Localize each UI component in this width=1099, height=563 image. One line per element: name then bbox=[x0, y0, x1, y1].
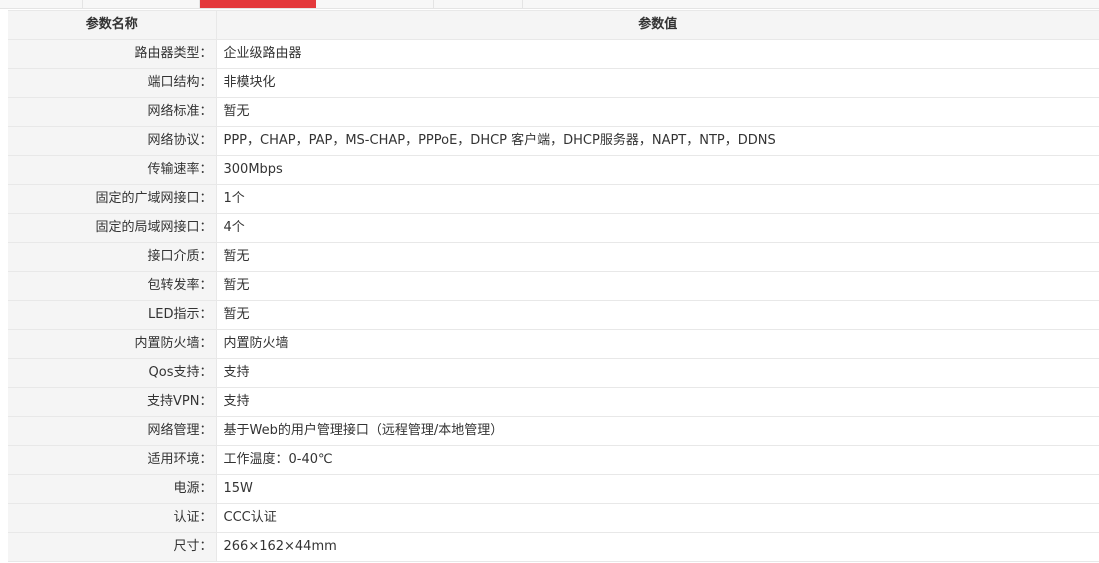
table-row: 认证： CCC认证 bbox=[8, 503, 1099, 533]
param-name: 包转发率： bbox=[8, 271, 217, 301]
table-row: LED指示： 暂无 bbox=[8, 300, 1099, 330]
table-row: 接口介质： 暂无 bbox=[8, 242, 1099, 272]
spec-table-header: 参数名称 参数值 bbox=[8, 10, 1099, 40]
param-value: PPP，CHAP，PAP，MS-CHAP，PPPoE，DHCP 客户端，DHCP… bbox=[216, 126, 1099, 156]
tab-specs-active[interactable] bbox=[200, 0, 316, 8]
table-row: Qos支持： 支持 bbox=[8, 358, 1099, 388]
param-name: 网络标准： bbox=[8, 97, 217, 127]
spec-table: 参数名称 参数值 路由器类型： 企业级路由器 端口结构： 非模块化 网络标准： 暂无 网络协… bbox=[8, 10, 1099, 562]
param-name: 传输速率： bbox=[8, 155, 217, 185]
param-value: 1个 bbox=[216, 184, 1099, 214]
table-row: 电源： 15W bbox=[8, 474, 1099, 504]
table-row: 尺寸： 266×162×44mm bbox=[8, 532, 1099, 562]
param-value: 工作温度：0-40℃ bbox=[216, 445, 1099, 475]
header-param-value: 参数值 bbox=[216, 10, 1099, 40]
param-name: 网络协议： bbox=[8, 126, 217, 156]
param-value: 支持 bbox=[216, 387, 1099, 417]
param-name: 固定的广域网接口： bbox=[8, 184, 217, 214]
tab-product-intro[interactable] bbox=[82, 0, 200, 8]
param-value: 300Mbps bbox=[216, 155, 1099, 185]
table-row: 固定的广域网接口： 1个 bbox=[8, 184, 1099, 214]
table-row: 路由器类型： 企业级路由器 bbox=[8, 39, 1099, 69]
table-row: 固定的局域网接口： 4个 bbox=[8, 213, 1099, 243]
param-value: 基于Web的用户管理接口（远程管理/本地管理） bbox=[216, 416, 1099, 446]
param-value: 暂无 bbox=[216, 271, 1099, 301]
table-row: 网络协议： PPP，CHAP，PAP，MS-CHAP，PPPoE，DHCP 客户端… bbox=[8, 126, 1099, 156]
table-row: 传输速率： 300Mbps bbox=[8, 155, 1099, 185]
param-name: 适用环境： bbox=[8, 445, 217, 475]
param-value: CCC认证 bbox=[216, 503, 1099, 533]
param-value: 暂无 bbox=[216, 242, 1099, 272]
tab-after-sales[interactable] bbox=[434, 0, 523, 8]
param-value: 暂无 bbox=[216, 97, 1099, 127]
param-name: 尺寸： bbox=[8, 532, 217, 562]
table-row: 端口结构： 非模块化 bbox=[8, 68, 1099, 98]
table-row: 网络标准： 暂无 bbox=[8, 97, 1099, 127]
param-value: 暂无 bbox=[216, 300, 1099, 330]
param-value: 15W bbox=[216, 474, 1099, 504]
param-value: 支持 bbox=[216, 358, 1099, 388]
table-row: 网络管理： 基于Web的用户管理接口（远程管理/本地管理） bbox=[8, 416, 1099, 446]
table-row: 包转发率： 暂无 bbox=[8, 271, 1099, 301]
param-value: 4个 bbox=[216, 213, 1099, 243]
param-name: 固定的局域网接口： bbox=[8, 213, 217, 243]
param-name: 认证： bbox=[8, 503, 217, 533]
param-value: 内置防火墙 bbox=[216, 329, 1099, 359]
param-name: LED指示： bbox=[8, 300, 217, 330]
param-value: 266×162×44mm bbox=[216, 532, 1099, 562]
param-value: 非模块化 bbox=[216, 68, 1099, 98]
param-name: 支持VPN： bbox=[8, 387, 217, 417]
param-name: 端口结构： bbox=[8, 68, 217, 98]
param-name: 接口介质： bbox=[8, 242, 217, 272]
param-value: 企业级路由器 bbox=[216, 39, 1099, 69]
table-row: 支持VPN： 支持 bbox=[8, 387, 1099, 417]
table-row: 内置防火墙： 内置防火墙 bbox=[8, 329, 1099, 359]
param-name: 路由器类型： bbox=[8, 39, 217, 69]
param-name: Qos支持： bbox=[8, 358, 217, 388]
table-row: 适用环境： 工作温度：0-40℃ bbox=[8, 445, 1099, 475]
param-name: 电源： bbox=[8, 474, 217, 504]
tab-bar bbox=[0, 0, 1099, 9]
tab-reviews[interactable] bbox=[316, 0, 434, 8]
header-param-name: 参数名称 bbox=[8, 10, 217, 40]
param-name: 内置防火墙： bbox=[8, 329, 217, 359]
param-name: 网络管理： bbox=[8, 416, 217, 446]
